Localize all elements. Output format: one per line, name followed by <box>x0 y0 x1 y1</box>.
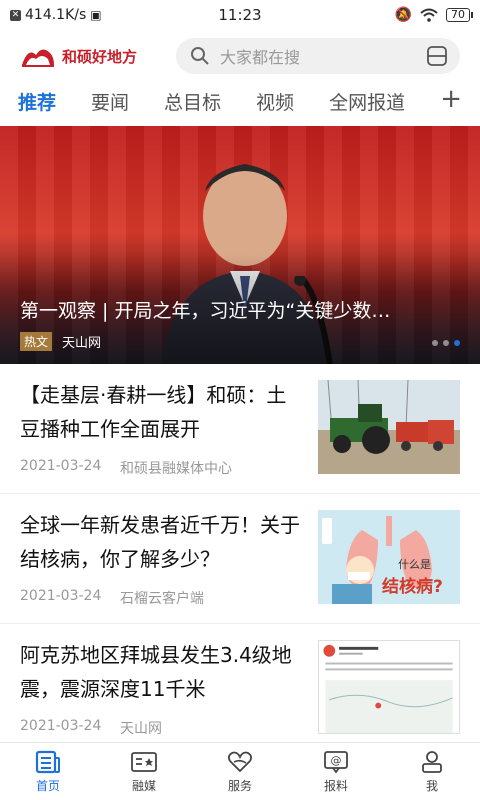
heart-hands-icon <box>227 751 253 773</box>
app-header: 和硕好地方 大家都在搜 <box>0 34 480 78</box>
banner-title: 第一观察 | 开局之年，习近平为“关键少数… <box>20 300 391 322</box>
clock: 11:23 <box>218 6 262 24</box>
news-source: 天山网 <box>120 721 162 737</box>
network-speed: 414.1K/s <box>25 7 87 23</box>
banner-source: 天山网 <box>62 336 102 351</box>
nav-label: 首页 <box>35 779 60 793</box>
wifi-icon <box>420 8 438 22</box>
tab-general-goal[interactable]: 总目标 <box>164 88 221 115</box>
search-placeholder: 大家都在搜 <box>220 48 301 67</box>
thumb-caption-2: 结核病? <box>382 577 443 597</box>
logo-text: 和硕好地方 <box>62 47 138 66</box>
nav-label: 服务 <box>227 779 252 793</box>
news-source: 石榴云客户端 <box>120 591 204 607</box>
person-icon <box>422 751 442 773</box>
tractor-photo <box>318 380 460 474</box>
news-item[interactable]: 全球一年新发患者近千万！关于结核病，你了解多少？ 2021-03-24 石榴云客… <box>0 494 480 624</box>
nav-service[interactable]: 服务 <box>192 743 288 800</box>
news-headline: 阿克苏地区拜城县发生3.4级地震，震源深度11千米 <box>20 643 292 701</box>
nav-label: 我 <box>425 779 438 793</box>
tuberculosis-illustration: 什么是 结核病? <box>318 510 460 604</box>
news-source: 和硕县融媒体中心 <box>120 461 232 477</box>
channel-tabs: 推荐 要闻 总目标 视频 全网报道 + <box>0 80 480 122</box>
news-headline: 【走基层·春耕一线】和硕：土豆播种工作全面展开 <box>20 383 287 441</box>
carousel-dot-active <box>454 340 460 346</box>
nav-media[interactable]: 融媒 <box>96 743 192 800</box>
status-bar: ✕ 414.1K/s ▣ 11:23 🔕 70 <box>0 0 480 30</box>
add-channel-icon[interactable]: + <box>440 84 462 114</box>
nav-report[interactable]: @ 报料 <box>288 743 384 800</box>
notification-icon: ✕ <box>10 9 21 21</box>
thumb-caption-1: 什么是 <box>398 558 431 571</box>
nav-label: 报料 <box>323 779 348 793</box>
carousel-dot <box>432 340 438 346</box>
nav-label: 融媒 <box>131 779 156 793</box>
tab-recommend[interactable]: 推荐 <box>18 88 56 115</box>
svg-text:@: @ <box>331 754 342 767</box>
media-card-icon <box>131 752 157 772</box>
news-item[interactable]: 【走基层·春耕一线】和硕：土豆播种工作全面展开 2021-03-24 和硕县融媒… <box>0 364 480 494</box>
nav-home[interactable]: 首页 <box>0 743 96 800</box>
hot-badge: 热文 <box>20 332 53 351</box>
carousel-indicator <box>432 340 460 346</box>
news-item[interactable]: 阿克苏地区拜城县发生3.4级地震，震源深度11千米 2021-03-24 天山网 <box>0 624 480 754</box>
earthquake-map <box>318 640 460 734</box>
at-message-icon: @ <box>324 751 348 774</box>
mute-icon: 🔕 <box>394 7 412 23</box>
news-date: 2021-03-24 <box>20 588 102 604</box>
search-bar[interactable]: 大家都在搜 <box>176 38 460 74</box>
tab-video[interactable]: 视频 <box>256 88 294 115</box>
battery-indicator: 70 <box>446 8 473 22</box>
featured-banner[interactable]: 第一观察 | 开局之年，习近平为“关键少数… 热文 天山网 <box>0 126 480 364</box>
logo-icon <box>22 49 54 67</box>
search-icon <box>191 47 209 65</box>
bottom-nav: 首页 融媒 服务 @ 报料 我 <box>0 742 480 800</box>
newspaper-icon <box>35 750 60 774</box>
sim-icon: ▣ <box>90 8 102 22</box>
carousel-dot <box>443 340 449 346</box>
news-date: 2021-03-24 <box>20 718 102 734</box>
banner-meta: 热文 天山网 <box>20 332 101 351</box>
app-logo[interactable]: 和硕好地方 <box>20 43 170 69</box>
nav-me[interactable]: 我 <box>384 743 480 800</box>
tab-all-reports[interactable]: 全网报道 <box>329 88 405 115</box>
tab-headlines[interactable]: 要闻 <box>91 88 129 115</box>
news-date: 2021-03-24 <box>20 458 102 474</box>
news-headline: 全球一年新发患者近千万！关于结核病，你了解多少？ <box>20 513 300 571</box>
scan-icon[interactable] <box>426 45 448 67</box>
